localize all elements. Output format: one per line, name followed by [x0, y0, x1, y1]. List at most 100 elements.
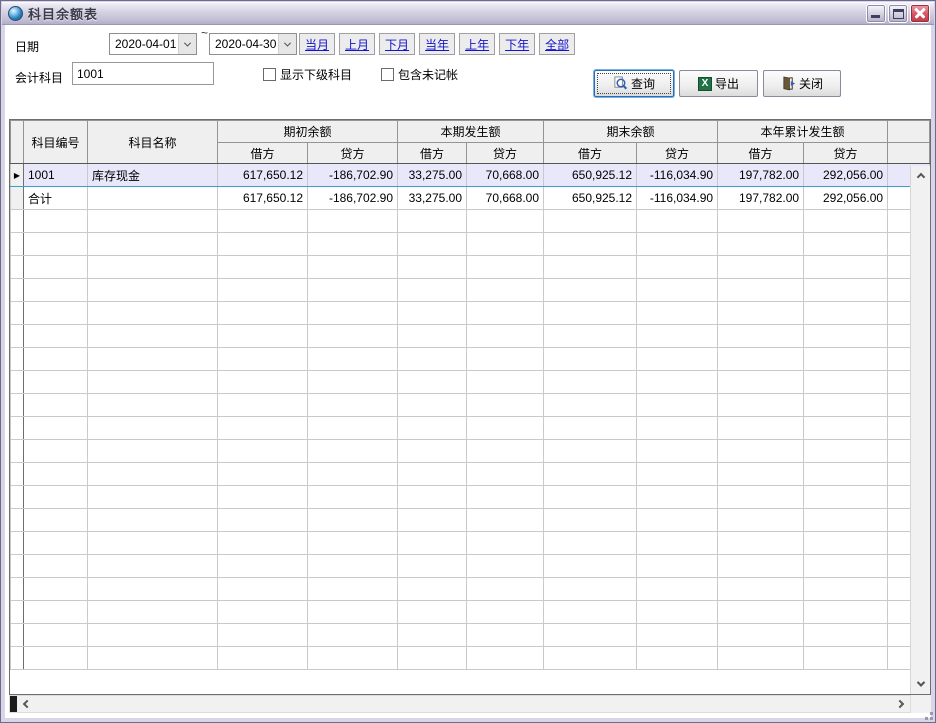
quick-range-buttons: 当月 上月 下月 当年 上年 下年 全部 [299, 33, 575, 55]
horizontal-scrollbar-thumb[interactable] [10, 696, 17, 712]
minimize-button[interactable] [866, 4, 886, 23]
checkbox-box[interactable] [263, 68, 276, 81]
table-row-empty [11, 578, 930, 601]
cell-period-credit[interactable]: 70,668.00 [467, 164, 544, 187]
maximize-icon [893, 9, 904, 19]
scroll-up-arrow-icon[interactable] [911, 168, 930, 185]
chevron-down-icon[interactable] [178, 34, 196, 54]
table-row-empty [11, 486, 930, 509]
table-header: 科目编号 科目名称 期初余额 本期发生额 期末余额 本年累计发生额 借方 贷方 … [11, 121, 930, 164]
query-button-label: 查询 [631, 75, 655, 92]
chevron-down-icon[interactable] [278, 34, 296, 54]
subcol-debit[interactable]: 借方 [398, 143, 467, 164]
table-row-empty [11, 647, 930, 670]
cell-period-credit: 70,668.00 [467, 187, 544, 210]
subcol-credit[interactable]: 贷方 [467, 143, 544, 164]
table-row-empty [11, 532, 930, 555]
cell-opening-debit: 617,650.12 [218, 187, 308, 210]
checkbox-box[interactable] [381, 68, 394, 81]
col-group-opening-balance[interactable]: 期初余额 [218, 121, 398, 143]
current-row-indicator: ▶ [11, 164, 24, 187]
cell-ending-debit[interactable]: 650,925.12 [544, 164, 637, 187]
exit-door-icon [781, 76, 796, 91]
date-range-separator: ~ [201, 26, 208, 40]
table-row-empty [11, 371, 930, 394]
date-to-value: 2020-04-30 [210, 37, 278, 51]
subcol-credit[interactable]: 贷方 [804, 143, 888, 164]
range-next-month-button[interactable]: 下月 [379, 33, 415, 55]
subcol-debit[interactable]: 借方 [544, 143, 637, 164]
col-group-ending-balance[interactable]: 期末余额 [544, 121, 718, 143]
cell-ending-credit: -116,034.90 [637, 187, 718, 210]
row-indicator-header [11, 121, 24, 164]
vertical-scrollbar[interactable] [910, 166, 930, 694]
cell-ending-credit[interactable]: -116,034.90 [637, 164, 718, 187]
subcol-credit[interactable]: 贷方 [308, 143, 398, 164]
magnifier-icon [613, 76, 628, 91]
table-row-empty [11, 210, 930, 233]
table-row-empty [11, 440, 930, 463]
col-group-ytd-amount[interactable]: 本年累计发生额 [718, 121, 888, 143]
close-button[interactable]: 关闭 [763, 70, 841, 97]
cell-period-debit[interactable]: 33,275.00 [398, 164, 467, 187]
table-row-empty [11, 417, 930, 440]
cell-total-label: 合计 [24, 187, 88, 210]
cell-account-code[interactable]: 1001 [24, 164, 88, 187]
cell-ytd-debit[interactable]: 197,782.00 [718, 164, 804, 187]
table-row-empty [11, 555, 930, 578]
subcol-debit[interactable]: 借方 [718, 143, 804, 164]
date-to-select[interactable]: 2020-04-30 [209, 33, 297, 55]
table-row-empty [11, 624, 930, 647]
row-indicator [11, 187, 24, 210]
scroll-left-arrow-icon[interactable] [19, 696, 35, 712]
cell-account-name [88, 187, 218, 210]
show-sub-accounts-checkbox[interactable]: 显示下级科目 [263, 66, 352, 83]
subcol-debit[interactable]: 借方 [218, 143, 308, 164]
table-row-total[interactable]: 合计 617,650.12 -186,702.90 33,275.00 70,6… [11, 187, 930, 210]
range-prev-month-button[interactable]: 上月 [339, 33, 375, 55]
range-next-year-button[interactable]: 下年 [499, 33, 535, 55]
excel-icon: X [698, 77, 712, 91]
account-input[interactable] [72, 62, 214, 85]
table-row-empty [11, 279, 930, 302]
scroll-down-arrow-icon[interactable] [911, 675, 930, 692]
col-header-account-code[interactable]: 科目编号 [24, 121, 88, 164]
export-button[interactable]: X 导出 [679, 70, 758, 97]
range-all-button[interactable]: 全部 [539, 33, 575, 55]
table-row-empty [11, 394, 930, 417]
table-row-empty [11, 302, 930, 325]
range-current-year-button[interactable]: 当年 [419, 33, 455, 55]
window-title: 科目余额表 [28, 4, 866, 23]
cell-opening-debit[interactable]: 617,650.12 [218, 164, 308, 187]
col-header-filler [888, 143, 930, 164]
cell-account-name[interactable]: 库存现金 [88, 164, 218, 187]
cell-ytd-debit: 197,782.00 [718, 187, 804, 210]
range-prev-year-button[interactable]: 上年 [459, 33, 495, 55]
subcol-credit[interactable]: 贷方 [637, 143, 718, 164]
balance-table: 科目编号 科目名称 期初余额 本期发生额 期末余额 本年累计发生额 借方 贷方 … [9, 119, 931, 695]
app-window: 科目余额表 日期 2020-04-01 ~ 2020-04-30 当月 上月 下… [0, 0, 936, 723]
cell-period-debit: 33,275.00 [398, 187, 467, 210]
maximize-button[interactable] [888, 4, 908, 23]
include-unposted-checkbox[interactable]: 包含未记帐 [381, 66, 458, 83]
col-group-period-amount[interactable]: 本期发生额 [398, 121, 544, 143]
range-current-month-button[interactable]: 当月 [299, 33, 335, 55]
scroll-right-arrow-icon[interactable] [892, 696, 908, 712]
col-header-account-name[interactable]: 科目名称 [88, 121, 218, 164]
table-row-empty [11, 601, 930, 624]
client-area: 日期 2020-04-01 ~ 2020-04-30 当月 上月 下月 当年 上… [5, 25, 931, 718]
account-label: 会计科目 [15, 69, 63, 86]
query-button[interactable]: 查询 [594, 70, 674, 97]
cell-ytd-credit: 292,056.00 [804, 187, 888, 210]
horizontal-scrollbar[interactable] [9, 695, 911, 713]
export-button-label: 导出 [715, 75, 739, 92]
table-row-empty [11, 463, 930, 486]
resize-grip[interactable] [921, 708, 933, 720]
table-row-empty [11, 233, 930, 256]
cell-opening-credit[interactable]: -186,702.90 [308, 164, 398, 187]
date-from-select[interactable]: 2020-04-01 [109, 33, 197, 55]
cell-ytd-credit[interactable]: 292,056.00 [804, 164, 888, 187]
checkbox-label: 显示下级科目 [280, 66, 352, 83]
close-window-button[interactable] [910, 4, 930, 23]
table-row-account[interactable]: ▶ 1001 库存现金 617,650.12 -186,702.90 33,27… [11, 164, 930, 187]
